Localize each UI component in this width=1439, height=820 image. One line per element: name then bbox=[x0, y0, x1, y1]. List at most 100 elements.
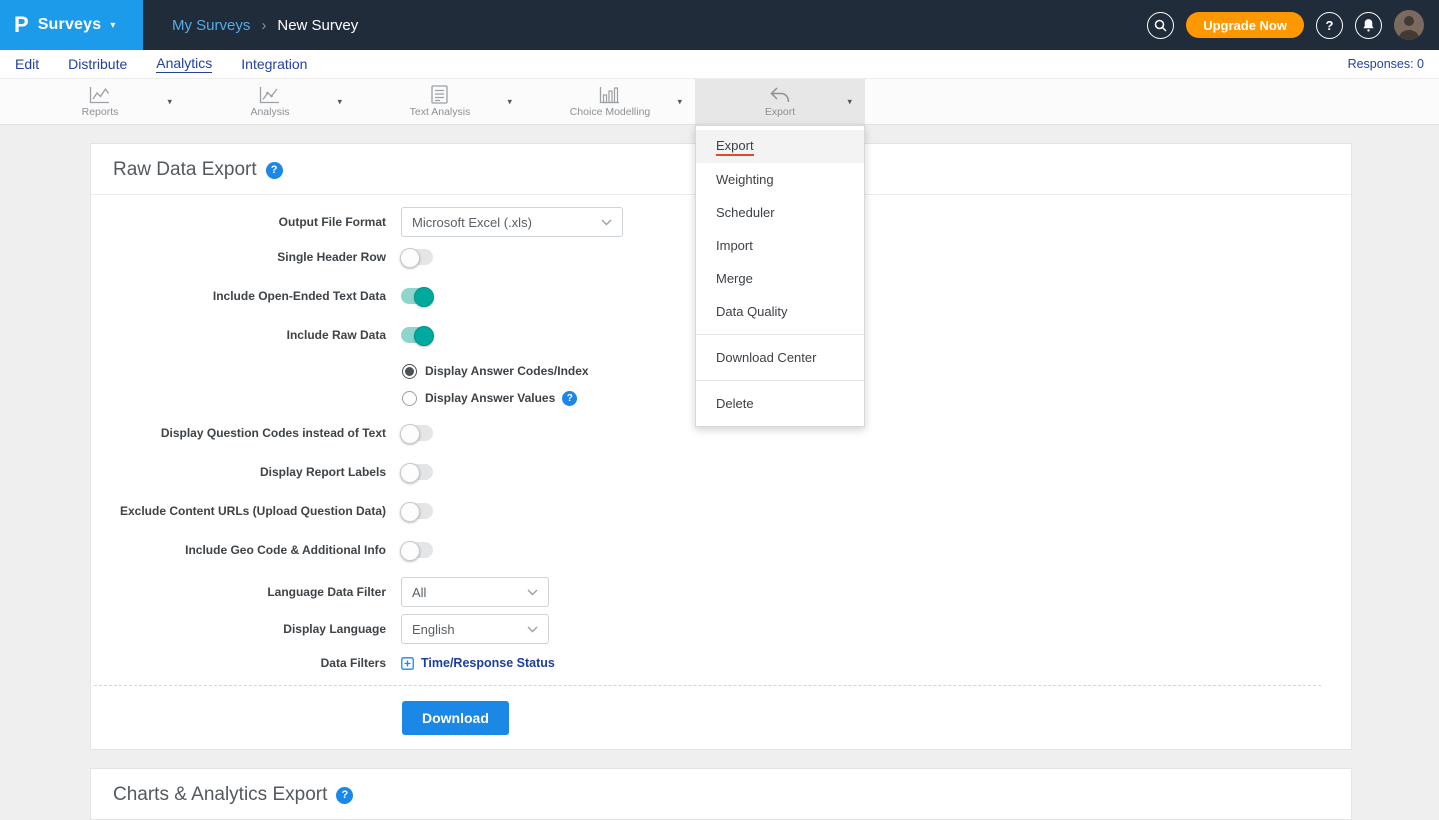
charts-analytics-export-card: Charts & Analytics Export ? bbox=[90, 768, 1352, 820]
breadcrumb-current: New Survey bbox=[277, 17, 358, 34]
upgrade-button[interactable]: Upgrade Now bbox=[1186, 12, 1304, 38]
product-name: Surveys bbox=[38, 16, 102, 34]
display-answer-values-radio[interactable] bbox=[402, 391, 417, 406]
tab-integration[interactable]: Integration bbox=[241, 56, 307, 73]
product-switcher[interactable]: P Surveys ▾ bbox=[0, 0, 143, 50]
trend-chart-icon bbox=[259, 86, 280, 104]
toolbar-reports[interactable]: Reports ▾ bbox=[15, 79, 185, 124]
field-label: Include Open-Ended Text Data bbox=[91, 289, 401, 303]
tab-analytics[interactable]: Analytics bbox=[156, 55, 212, 73]
analytics-toolbar: Reports ▾ Analysis ▾ Text Analysis ▾ Cho… bbox=[0, 78, 1439, 125]
menu-item-scheduler[interactable]: Scheduler bbox=[696, 196, 864, 229]
toolbar-export[interactable]: Export ▾ bbox=[695, 79, 865, 124]
search-icon bbox=[1154, 19, 1167, 32]
topbar-actions: Upgrade Now ? bbox=[1147, 10, 1439, 40]
help-icon[interactable]: ? bbox=[562, 391, 577, 406]
export-arrow-icon bbox=[769, 86, 790, 104]
menu-item-merge[interactable]: Merge bbox=[696, 262, 864, 295]
help-button[interactable]: ? bbox=[1316, 12, 1343, 39]
form-row-language-filter: Language Data Filter All bbox=[91, 577, 1329, 607]
toolbar-label: Export bbox=[765, 106, 795, 118]
chevron-down-icon[interactable]: ▾ bbox=[677, 96, 682, 107]
toolbar-label: Text Analysis bbox=[410, 106, 471, 118]
help-icon[interactable]: ? bbox=[336, 787, 353, 804]
output-format-select[interactable]: Microsoft Excel (.xls) bbox=[401, 207, 623, 237]
help-icon: ? bbox=[1326, 18, 1334, 33]
menu-divider bbox=[696, 380, 864, 381]
tab-distribute[interactable]: Distribute bbox=[68, 56, 127, 73]
topbar: P Surveys ▾ My Surveys › New Survey Upgr… bbox=[0, 0, 1439, 50]
select-value: English bbox=[412, 622, 455, 637]
toolbar-label: Analysis bbox=[250, 106, 289, 118]
time-response-status-link[interactable]: Time/Response Status bbox=[421, 656, 555, 670]
include-raw-data-toggle[interactable] bbox=[401, 327, 433, 343]
questionpro-logo: P bbox=[14, 12, 29, 38]
field-label: Include Raw Data bbox=[91, 328, 401, 342]
form-row-display-language: Display Language English bbox=[91, 614, 1329, 644]
select-value: Microsoft Excel (.xls) bbox=[412, 215, 532, 230]
card-header: Charts & Analytics Export ? bbox=[91, 769, 1351, 819]
display-answer-codes-radio[interactable] bbox=[402, 364, 417, 379]
chevron-down-icon[interactable]: ▾ bbox=[167, 96, 172, 107]
geo-code-toggle[interactable] bbox=[401, 542, 433, 558]
form-row-answer-values: Display Answer Values ? bbox=[402, 388, 1329, 408]
form-divider bbox=[94, 685, 1321, 686]
chevron-down-icon[interactable]: ▾ bbox=[847, 96, 852, 107]
report-labels-toggle[interactable] bbox=[401, 464, 433, 480]
toolbar-text-analysis[interactable]: Text Analysis ▾ bbox=[355, 79, 525, 124]
breadcrumb: My Surveys › New Survey bbox=[172, 17, 358, 34]
text-report-icon bbox=[431, 85, 448, 104]
download-button[interactable]: Download bbox=[402, 701, 509, 735]
chevron-down-icon bbox=[601, 219, 612, 226]
menu-item-delete[interactable]: Delete bbox=[696, 387, 864, 420]
field-label: Display Report Labels bbox=[91, 465, 401, 479]
field-label: Include Geo Code & Additional Info bbox=[91, 543, 401, 557]
field-label: Output File Format bbox=[91, 215, 401, 229]
page-title: Raw Data Export bbox=[113, 159, 257, 181]
include-open-ended-toggle[interactable] bbox=[401, 288, 433, 304]
chevron-down-icon[interactable]: ▾ bbox=[337, 96, 342, 107]
menu-divider bbox=[696, 334, 864, 335]
toolbar-label: Choice Modelling bbox=[570, 106, 651, 118]
radio-label: Display Answer Values bbox=[425, 391, 555, 405]
responses-count: Responses: 0 bbox=[1348, 57, 1424, 71]
chevron-down-icon: ▾ bbox=[110, 20, 115, 31]
menu-item-data-quality[interactable]: Data Quality bbox=[696, 295, 864, 328]
search-button[interactable] bbox=[1147, 12, 1174, 39]
form-row-data-filters: Data Filters Time/Response Status bbox=[91, 653, 1329, 673]
breadcrumb-separator-icon: › bbox=[261, 17, 266, 34]
breadcrumb-my-surveys[interactable]: My Surveys bbox=[172, 17, 250, 34]
menu-item-weighting[interactable]: Weighting bbox=[696, 163, 864, 196]
avatar-image bbox=[1394, 10, 1424, 40]
toolbar-choice-modelling[interactable]: Choice Modelling ▾ bbox=[525, 79, 695, 124]
line-chart-icon bbox=[89, 86, 110, 104]
menu-item-import[interactable]: Import bbox=[696, 229, 864, 262]
menu-item-download-center[interactable]: Download Center bbox=[696, 341, 864, 374]
menu-item-label: Export bbox=[716, 138, 754, 156]
single-header-row-toggle[interactable] bbox=[401, 249, 433, 265]
radio-label: Display Answer Codes/Index bbox=[425, 364, 589, 378]
menu-item-export[interactable]: Export bbox=[696, 130, 864, 163]
field-label: Exclude Content URLs (Upload Question Da… bbox=[91, 504, 401, 518]
exclude-content-urls-toggle[interactable] bbox=[401, 503, 433, 519]
language-filter-select[interactable]: All bbox=[401, 577, 549, 607]
field-label: Display Language bbox=[91, 622, 401, 636]
bell-icon bbox=[1362, 18, 1375, 32]
form-row-exclude-urls: Exclude Content URLs (Upload Question Da… bbox=[91, 501, 1329, 521]
notifications-button[interactable] bbox=[1355, 12, 1382, 39]
field-label: Language Data Filter bbox=[91, 585, 401, 599]
help-icon[interactable]: ? bbox=[266, 162, 283, 179]
tab-edit[interactable]: Edit bbox=[15, 56, 39, 73]
avatar[interactable] bbox=[1394, 10, 1424, 40]
form-row-report-labels: Display Report Labels bbox=[91, 462, 1329, 482]
display-language-select[interactable]: English bbox=[401, 614, 549, 644]
toolbar-label: Reports bbox=[82, 106, 119, 118]
select-value: All bbox=[412, 585, 426, 600]
export-dropdown-menu: Export Weighting Scheduler Import Merge … bbox=[695, 125, 865, 427]
field-label: Single Header Row bbox=[91, 250, 401, 264]
chevron-down-icon[interactable]: ▾ bbox=[507, 96, 512, 107]
question-codes-toggle[interactable] bbox=[401, 425, 433, 441]
form-row-geo-code: Include Geo Code & Additional Info bbox=[91, 540, 1329, 560]
toolbar-analysis[interactable]: Analysis ▾ bbox=[185, 79, 355, 124]
add-filter-icon[interactable] bbox=[401, 657, 414, 670]
